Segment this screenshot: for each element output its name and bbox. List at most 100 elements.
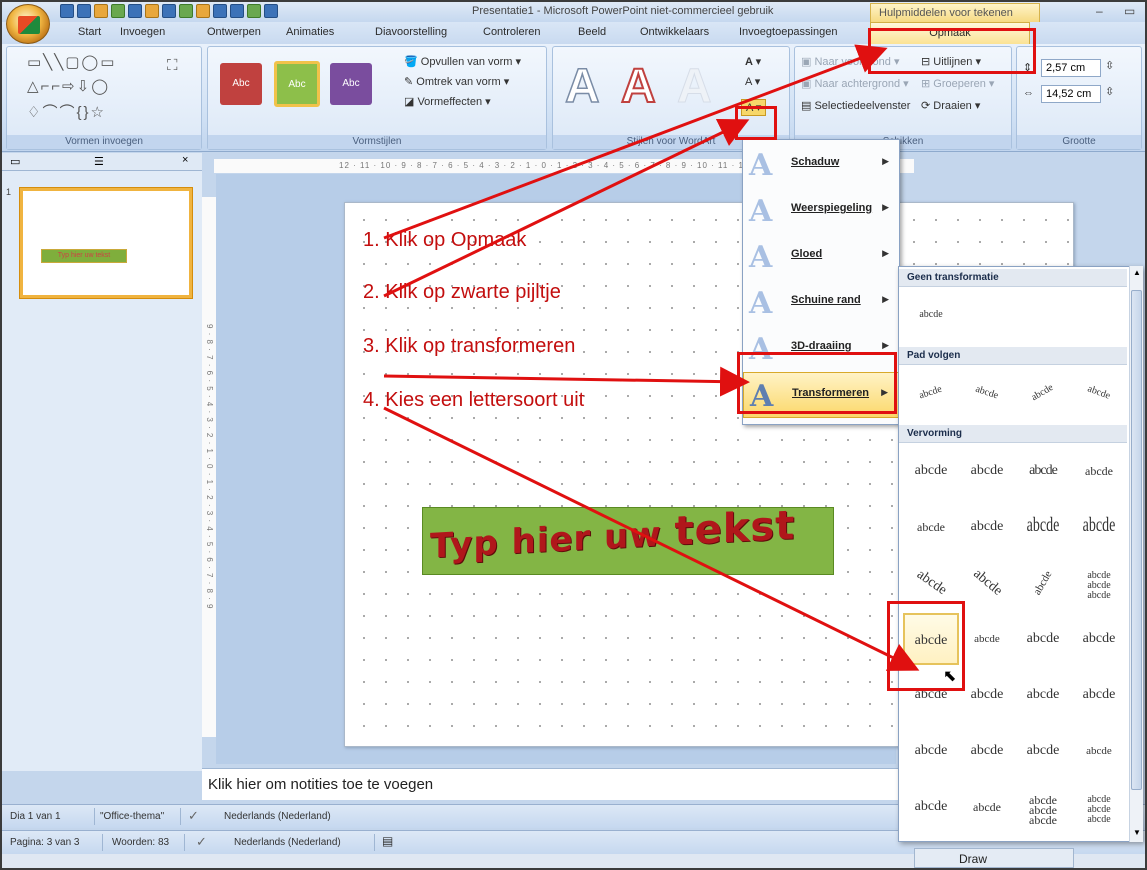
- group-button[interactable]: ⊞ Groeperen ▾: [921, 77, 994, 90]
- warp-option[interactable]: abcde abcde abcde: [1071, 557, 1127, 609]
- restore-button[interactable]: ▭: [1124, 4, 1135, 18]
- redo-icon[interactable]: [94, 4, 108, 18]
- warp-option[interactable]: abcde: [1015, 725, 1071, 777]
- outline-tab-icon[interactable]: ☰: [94, 155, 104, 168]
- tab-ontwerpen[interactable]: Ontwerpen: [207, 26, 261, 38]
- tab-animaties[interactable]: Animaties: [286, 26, 334, 38]
- minimize-button[interactable]: –: [1096, 4, 1103, 18]
- macro-icon[interactable]: ▤: [382, 834, 393, 848]
- shape-fill-button[interactable]: 🪣 Opvullen van vorm ▾: [404, 55, 521, 68]
- print-icon[interactable]: [196, 4, 210, 18]
- warp-option[interactable]: abcde: [1015, 669, 1071, 721]
- warp-option[interactable]: abcde: [959, 557, 1015, 609]
- scroll-down-icon[interactable]: ▼: [1133, 828, 1141, 837]
- text-outline-icon[interactable]: A ▾: [745, 75, 760, 88]
- text-fill-icon[interactable]: A ▾: [745, 55, 761, 68]
- warp-option[interactable]: abcde: [1015, 445, 1071, 497]
- shape-outline-button[interactable]: ✎ Omtrek van vorm ▾: [404, 75, 509, 88]
- warp-option[interactable]: abcde: [1015, 613, 1071, 665]
- warp-option[interactable]: abcde: [1015, 501, 1071, 553]
- tab-beeld[interactable]: Beeld: [578, 26, 606, 38]
- warp-option[interactable]: abcde: [903, 781, 959, 833]
- spellcheck-icon[interactable]: ✓: [196, 834, 207, 850]
- warp-option[interactable]: abcde: [1071, 669, 1127, 721]
- menu-item-weerspiegeling[interactable]: A Weerspiegeling ▶: [743, 188, 899, 234]
- draw-button[interactable]: Draw: [914, 848, 1074, 868]
- tab-controleren[interactable]: Controleren: [483, 26, 540, 38]
- transform-none[interactable]: abcde: [903, 289, 959, 341]
- menu-item-gloed[interactable]: A Gloed ▶: [743, 234, 899, 280]
- warp-option[interactable]: abcde abcde abcde: [1071, 781, 1127, 833]
- warp-option[interactable]: abcde: [1015, 557, 1071, 609]
- warp-option[interactable]: abcde: [1071, 445, 1127, 497]
- undo-icon[interactable]: [77, 4, 91, 18]
- width-spinner[interactable]: ⇳: [1105, 85, 1114, 98]
- transform-arch-up[interactable]: abcde: [903, 367, 959, 419]
- style-swatch-green[interactable]: Abc: [274, 61, 320, 107]
- warp-option[interactable]: abcde: [1071, 501, 1127, 553]
- height-input[interactable]: 2,57 cm: [1041, 59, 1101, 77]
- warp-option[interactable]: abcde: [959, 669, 1015, 721]
- scroll-up-icon[interactable]: ▲: [1133, 268, 1141, 277]
- picture-icon[interactable]: [247, 4, 261, 18]
- wordart-style-red-icon[interactable]: A: [620, 57, 657, 117]
- warp-sample: abcde: [974, 633, 1000, 645]
- spellcheck-icon[interactable]: ✓: [188, 808, 199, 824]
- save-icon[interactable]: [60, 4, 74, 18]
- rotate-button[interactable]: ⟳ Draaien ▾: [921, 99, 980, 112]
- warp-option[interactable]: abcde: [959, 613, 1015, 665]
- table-icon[interactable]: [213, 4, 227, 18]
- quick-access-toolbar[interactable]: [60, 4, 278, 20]
- warp-option[interactable]: abcde abcde abcde: [1015, 781, 1071, 833]
- tab-invoegen[interactable]: Invoegen: [120, 26, 165, 38]
- warp-option[interactable]: abcde: [959, 445, 1015, 497]
- shapes-row2-icon[interactable]: △⌐⌐⇨⇩◯: [27, 77, 110, 95]
- shape-effects-button[interactable]: ◪ Vormeffecten ▾: [404, 95, 491, 108]
- style-swatch-red[interactable]: Abc: [220, 63, 262, 105]
- warp-sample: abcde: [1026, 743, 1060, 758]
- slide-thumbnail[interactable]: Typ hier uw tekst: [20, 188, 192, 298]
- slides-tab-icon[interactable]: ▭: [10, 155, 20, 168]
- selection-pane-button[interactable]: ▤ Selectiedeelvenster: [801, 99, 910, 112]
- insert-shape-icon[interactable]: [111, 4, 125, 18]
- transform-arch-down[interactable]: abcde: [959, 367, 1015, 419]
- warp-option[interactable]: abcde: [959, 501, 1015, 553]
- spelling-icon[interactable]: [128, 4, 142, 18]
- warp-option[interactable]: abcde: [959, 725, 1015, 777]
- shapes-row3-icon[interactable]: ♢⌒⌒{}☆: [27, 101, 106, 122]
- warp-option[interactable]: abcde: [1071, 613, 1127, 665]
- close-pane-icon[interactable]: ×: [182, 154, 188, 166]
- transform-button[interactable]: abcde: [1071, 367, 1127, 419]
- edit-shape-icon[interactable]: ⛶: [167, 57, 180, 74]
- warp-option[interactable]: abcde: [959, 781, 1015, 833]
- open-icon[interactable]: [145, 4, 159, 18]
- warp-option[interactable]: abcde: [903, 725, 959, 777]
- menu-item-schuine-rand[interactable]: A Schuine rand ▶: [743, 280, 899, 326]
- warp-option[interactable]: abcde: [1071, 725, 1127, 777]
- clipart-icon[interactable]: [264, 4, 278, 18]
- wordart-style-white-icon[interactable]: A: [677, 57, 713, 117]
- tab-diavoorstelling[interactable]: Diavoorstelling: [375, 26, 447, 38]
- status-language[interactable]: Nederlands (Nederland): [224, 811, 331, 822]
- send-backward-button[interactable]: ▣ Naar achtergrond ▾: [801, 77, 909, 90]
- menu-item-schaduw[interactable]: A Schaduw ▶: [743, 142, 899, 188]
- new-slide-icon[interactable]: [162, 4, 176, 18]
- gallery-scrollbar[interactable]: ▲ ▼: [1129, 266, 1143, 842]
- width-input[interactable]: 14,52 cm: [1041, 85, 1101, 103]
- warp-option[interactable]: abcde: [903, 445, 959, 497]
- tab-start[interactable]: Start: [78, 26, 101, 38]
- format-painter-icon[interactable]: [179, 4, 193, 18]
- scrollbar-thumb[interactable]: [1131, 290, 1142, 790]
- style-swatch-purple[interactable]: Abc: [330, 63, 372, 105]
- tab-ontwikkelaars[interactable]: Ontwikkelaars: [640, 26, 709, 38]
- tab-invoegtoepassingen[interactable]: Invoegtoepassingen: [739, 26, 837, 38]
- shapes-gallery-icon[interactable]: ▭╲╲▢◯▭: [27, 53, 116, 71]
- status-language[interactable]: Nederlands (Nederland): [234, 837, 341, 848]
- chart-icon[interactable]: [230, 4, 244, 18]
- transform-circle[interactable]: abcde: [1015, 367, 1071, 419]
- wordart-style-outline-icon[interactable]: A: [564, 57, 600, 117]
- notes-pane[interactable]: Klik hier om notities toe te voegen: [202, 768, 902, 800]
- office-button[interactable]: [6, 4, 50, 44]
- warp-option[interactable]: abcde: [903, 501, 959, 553]
- height-spinner[interactable]: ⇳: [1105, 59, 1114, 72]
